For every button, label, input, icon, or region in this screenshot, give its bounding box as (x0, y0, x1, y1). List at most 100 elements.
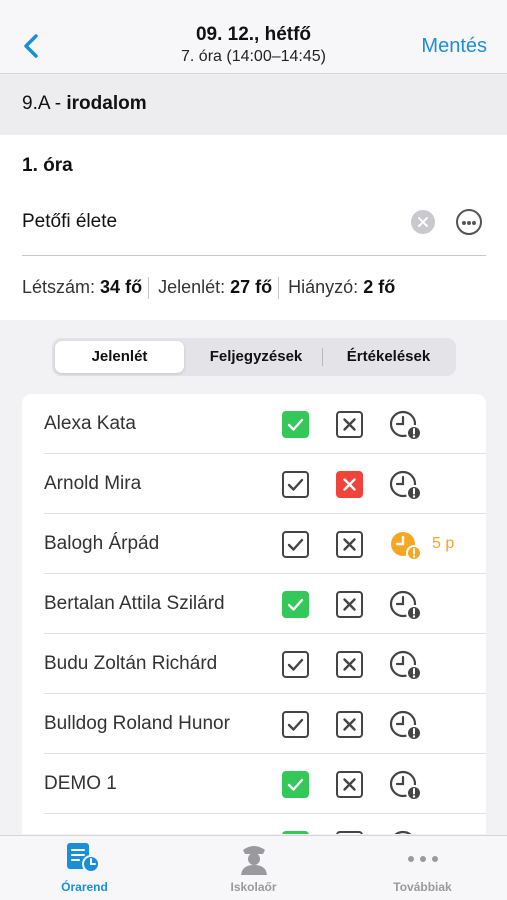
more-dot (472, 221, 476, 225)
divider (22, 255, 486, 256)
student-row (22, 814, 486, 834)
class-subject: 9.A - irodalom (22, 93, 147, 115)
checkmark-icon (282, 831, 309, 834)
cross-icon (343, 538, 356, 551)
lesson-panel: 1. óra Petőfi élete Létszám: 34 fő Jelenl… (0, 135, 507, 320)
class-separator: - (49, 93, 67, 114)
student-name: Bulldog Roland Hunor (44, 713, 230, 734)
checkmark-icon (287, 658, 304, 671)
present-checkbox[interactable] (282, 591, 309, 618)
checkmark-icon (287, 598, 304, 611)
tab-notes[interactable]: Feljegyzések (190, 341, 322, 373)
student-row: Bulldog Roland Hunor (22, 694, 486, 754)
more-dot (467, 221, 471, 225)
more-dot (462, 221, 466, 225)
late-clock-icon (389, 650, 422, 681)
student-row: Arnold Mira (22, 454, 486, 514)
checkmark-icon (287, 718, 304, 731)
late-clock-icon (389, 710, 422, 741)
late-button[interactable] (388, 589, 426, 623)
cross-icon (343, 718, 356, 731)
segmented-control: Jelenlét Feljegyzések Értékelések (52, 338, 456, 376)
absent-checkbox[interactable] (336, 831, 363, 834)
cross-icon (343, 658, 356, 671)
absent-checkbox[interactable] (336, 591, 363, 618)
cross-icon (343, 598, 356, 611)
student-row: DEMO 1 (22, 754, 486, 814)
cross-icon (343, 418, 356, 431)
absent-label: Hiányzó: (288, 277, 359, 297)
tab-school-guard[interactable]: Iskolaőr (169, 836, 338, 900)
present-checkbox[interactable] (282, 651, 309, 678)
late-clock-icon (394, 830, 412, 834)
class-name: 9.A (22, 93, 50, 114)
present-checkbox[interactable] (282, 411, 309, 438)
absent-value: 2 fő (363, 277, 396, 297)
checkmark-icon (287, 418, 304, 431)
student-row: Balogh Árpád 5 p (22, 514, 486, 574)
present-label: Jelenlét: (158, 277, 226, 297)
cross-icon (343, 778, 356, 791)
late-button[interactable] (388, 649, 426, 683)
tab-more[interactable]: Továbbiak (338, 836, 507, 900)
nav-header: 09. 12., hétfő 7. óra (14:00–14:45) Ment… (0, 0, 507, 74)
tab-school-guard-label: Iskolaőr (230, 880, 277, 894)
late-button[interactable] (388, 709, 426, 743)
student-name: Bertalan Attila Szilárd (44, 593, 225, 614)
late-clock-icon (389, 410, 422, 441)
student-name: Arnold Mira (44, 473, 142, 494)
late-clock-icon (389, 590, 422, 621)
tab-timetable-label: Órarend (61, 880, 108, 894)
more-icon (408, 856, 438, 862)
topic-field[interactable]: Petőfi élete (22, 211, 117, 233)
present-checkbox[interactable] (282, 531, 309, 558)
attendance-stats: Létszám: 34 fő Jelenlét: 27 fő Hiányzó: 2 … (22, 277, 396, 300)
cross-icon (336, 831, 363, 834)
stat-separator (278, 277, 280, 300)
checkmark-icon (287, 778, 304, 791)
school-guard-icon (241, 846, 267, 875)
student-name: Balogh Árpád (44, 533, 160, 554)
more-options-button[interactable] (456, 209, 482, 235)
clear-topic-button[interactable] (411, 210, 435, 234)
clear-icon (418, 217, 428, 227)
checkmark-icon (287, 478, 304, 491)
absent-checkbox[interactable] (336, 471, 363, 498)
tab-timetable[interactable]: Órarend (0, 836, 169, 900)
save-button[interactable]: Mentés (421, 35, 487, 58)
student-row: Budu Zoltán Richárd (22, 634, 486, 694)
tab-evaluations[interactable]: Értékelések (324, 341, 453, 373)
student-name: Budu Zoltán Richárd (44, 653, 218, 674)
tab-attendance[interactable]: Jelenlét (55, 341, 184, 373)
present-checkbox[interactable] (282, 471, 309, 498)
absent-checkbox[interactable] (336, 711, 363, 738)
stat-separator (148, 277, 150, 300)
late-clock-icon (389, 470, 422, 501)
present-checkbox[interactable] (282, 711, 309, 738)
cross-icon (343, 478, 356, 491)
late-button[interactable] (388, 469, 426, 503)
segment-divider (322, 348, 323, 366)
late-button[interactable] (388, 409, 426, 443)
absent-checkbox[interactable] (336, 411, 363, 438)
late-button[interactable] (388, 829, 426, 834)
headcount-value: 34 fő (100, 277, 143, 297)
absent-checkbox[interactable] (336, 531, 363, 558)
tab-more-label: Továbbiak (393, 880, 452, 894)
lesson-number: 1. óra (22, 155, 73, 176)
absent-checkbox[interactable] (336, 651, 363, 678)
timetable-icon (67, 843, 100, 873)
present-checkbox[interactable] (282, 771, 309, 798)
absent-checkbox[interactable] (336, 771, 363, 798)
late-clock-icon (389, 770, 422, 801)
student-row: Bertalan Attila Szilárd (22, 574, 486, 634)
student-list: Alexa Kata Arnold Mira Balogh Árpád 5 p Bert… (22, 394, 486, 834)
late-minutes: 5 p (432, 535, 455, 552)
late-button[interactable] (388, 529, 426, 563)
late-button[interactable] (388, 769, 426, 803)
tab-bar: Órarend Iskolaőr Továbbiak (0, 835, 507, 900)
headcount-label: Létszám: (22, 277, 96, 297)
student-row: Alexa Kata (22, 394, 486, 454)
present-checkbox[interactable] (282, 831, 309, 834)
checkmark-icon (287, 538, 304, 551)
